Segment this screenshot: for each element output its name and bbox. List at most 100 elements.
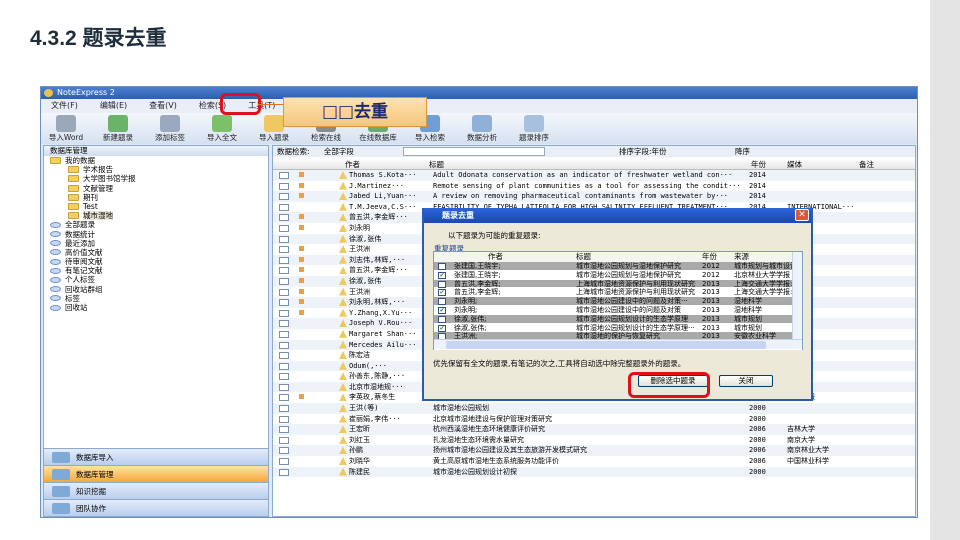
col-source[interactable]: 媒体 [787, 160, 802, 170]
tree-item[interactable]: 我的数据 [44, 156, 268, 165]
toolbar-button[interactable]: 添加标签 [147, 113, 193, 144]
nav-button[interactable]: 数据库导入 [44, 448, 268, 465]
table-row[interactable]: J.Martinez··· Remote sensing of plant com… [273, 181, 915, 192]
table-row[interactable]: 刘红玉 扎龙湿地生态环境需水量研究 2000 南京大学 [273, 435, 915, 446]
row-checkbox[interactable] [438, 263, 446, 270]
tree-item[interactable]: 回收站 [44, 303, 268, 312]
database-icon [50, 231, 61, 238]
tree-item[interactable]: 标签 [44, 294, 268, 303]
duplicate-row[interactable]: 曾五洪,李金辉; 上海城市湿地资源保护与利用现状研究··· 2013 上海交通大学学报… [434, 279, 802, 289]
tree-item[interactable]: 文献管理 [44, 184, 268, 193]
cell-source: 城市规划 [734, 314, 762, 323]
cell-author: 徐淑,张伟; [454, 314, 487, 323]
menu-item[interactable]: 查看(V) [149, 99, 177, 113]
document-icon [279, 436, 289, 444]
sort-order-select[interactable]: 降序 [735, 146, 750, 157]
nav-button[interactable]: 知识挖掘 [44, 482, 268, 499]
duplicate-row[interactable]: ✔ 刘永明; 城市湿地公园建设中的问题及对策 2013 湿地科学 [434, 306, 802, 315]
tree-item-label: 待审阅文献 [65, 257, 103, 267]
cell-title: 扎龙湿地生态环境需水量研究 [433, 435, 524, 444]
document-icon [279, 415, 289, 423]
dcol-author[interactable]: 作者 [488, 252, 503, 262]
tree-item[interactable]: 学术报告 [44, 165, 268, 174]
table-row[interactable]: 孙鹏 扬州城市湿地公园建设及其生态旅游开发模式研究 2006 南京林业大学 [273, 445, 915, 457]
slide-decoration-strip [930, 0, 960, 540]
cell-year: 2014 [749, 192, 766, 201]
table-row[interactable]: 陈建民 城市湿地公园规划设计初探 2000 [273, 466, 915, 478]
search-scope[interactable]: 全部字段 [324, 147, 354, 156]
tree-item[interactable]: 城市湿地 [44, 211, 268, 221]
database-panel: 数据库管理 我的数据 学术报告 大学图书馆学报 文献管理 期刊 Test 城市湿地 全部题录数… [43, 145, 269, 517]
toolbar-icon [160, 115, 180, 132]
col-author[interactable]: 作者 [345, 160, 360, 170]
nav-button[interactable]: 数据库管理 [44, 465, 268, 482]
duplicate-rows: 张建国,王晓宇; 城市湿地公园规划与湿地保护研究 2012 城市规划与城市设计 ✔ 张建国… [434, 262, 802, 350]
cell-year: 2006 [749, 446, 766, 455]
row-checkbox[interactable]: ✔ [438, 289, 446, 297]
flag-icon [299, 394, 304, 400]
table-row[interactable]: 刘晓华 黄土高原城市湿地生态系统服务功能评价 2006 中国林业科学 [273, 456, 915, 467]
cell-source: 中国林业科学 [787, 457, 829, 466]
sort-field[interactable]: 排序字段:年份 [619, 146, 667, 157]
nav-button[interactable]: 团队协作 [44, 499, 268, 516]
cell-author: 孙善东,陈静,··· [349, 372, 406, 381]
tree-item[interactable]: 高价值文献 [44, 248, 268, 257]
toolbar-button[interactable]: 导入Word [43, 113, 89, 144]
database-icon [50, 240, 61, 247]
table-row[interactable]: 王宏昕 杭州西溪湿地生态环境健康评价研究 2006 吉林大学 [273, 424, 915, 435]
tree-item[interactable]: 待审阅文献 [44, 257, 268, 266]
duplicate-row[interactable]: ✔ 张建国,王晓宇; 城市湿地公园规划与湿地保护研究 2012 北京林业大学学报 [434, 271, 802, 280]
vertical-scrollbar[interactable] [792, 252, 802, 340]
dcol-title[interactable]: 标题 [576, 252, 591, 262]
cell-author: 刘永明; [454, 305, 478, 314]
tree-item[interactable]: 回收站群组 [44, 285, 268, 294]
toolbar-button[interactable]: 新建题录 [95, 113, 141, 144]
cell-author: 刘永明 [349, 223, 370, 232]
search-input[interactable] [403, 147, 545, 156]
table-row[interactable]: 王洪(等) 城市湿地公园规划 2000 [273, 403, 915, 414]
horizontal-scrollbar[interactable] [434, 339, 802, 349]
scroll-thumb[interactable] [446, 341, 766, 349]
toolbar-label: 导入题录 [259, 133, 289, 142]
cell-author: 刘永明,林辉,··· [349, 298, 406, 307]
cell-year: 2013 [702, 323, 720, 332]
tree-item-label: 大学图书馆学报 [83, 174, 136, 184]
dcol-year[interactable]: 年份 [702, 252, 717, 262]
duplicate-row[interactable]: 刘永明; 城市湿地公园建设中的问题及对策··· 2013 湿地科学 [434, 297, 802, 306]
tree-item-label: Test [83, 201, 98, 211]
toolbar-button[interactable]: 数据分析 [459, 113, 505, 144]
duplicate-row[interactable]: 徐淑,张伟; 城市湿地公园规划设计的生态学原理 2013 城市规划 [434, 314, 802, 324]
tree-item[interactable]: 最近添加 [44, 239, 268, 248]
dcol-source[interactable]: 来源 [734, 252, 749, 262]
col-year[interactable]: 年份 [751, 160, 766, 170]
menu-item[interactable]: 文件(F) [51, 99, 78, 113]
duplicate-row[interactable]: ✔ 徐淑,张伟; 城市湿地公园规划设计的生态学原理··· 2013 城市规划 [434, 324, 802, 333]
toolbar-button[interactable]: 题录排序 [511, 113, 557, 144]
table-row[interactable]: Jabed Li,Yuan··· A review on removing pha… [273, 191, 915, 202]
col-notes[interactable]: 备注 [859, 160, 874, 170]
toolbar-label: 新建题录 [103, 133, 133, 142]
menu-item[interactable]: 编辑(E) [100, 99, 127, 113]
dialog-close-icon[interactable]: ✕ [795, 209, 809, 221]
duplicate-row[interactable]: 张建国,王晓宇; 城市湿地公园规划与湿地保护研究 2012 城市规划与城市设计 [434, 262, 802, 271]
row-checkbox[interactable] [438, 298, 446, 306]
duplicate-row[interactable]: ✔ 曾五洪,李金辉; 上海城市湿地资源保护与利用现状研究 2013 上海交通大学学报:自… [434, 288, 802, 298]
tree-item[interactable]: 全部题录 [44, 220, 268, 229]
close-button[interactable]: 关闭 [719, 375, 773, 387]
tree-item[interactable]: 数据统计 [44, 230, 268, 239]
table-row[interactable]: 崔丽娟,李伟··· 北京城市湿地建设与保护管理对策研究 2000 [273, 414, 915, 425]
tree-item[interactable]: 期刊 [44, 193, 268, 202]
row-checkbox[interactable] [438, 280, 446, 288]
row-checkbox[interactable] [438, 315, 446, 323]
toolbar-button[interactable]: 导入全文 [199, 113, 245, 144]
tree-item[interactable]: 个人标签 [44, 275, 268, 284]
row-checkbox[interactable]: ✔ [438, 271, 446, 279]
cell-author: 陈宏洁 [349, 351, 370, 360]
col-title[interactable]: 标题 [429, 160, 444, 170]
tree-item[interactable]: 大学图书馆学报 [44, 174, 268, 183]
cell-year: 2014 [749, 181, 766, 190]
tree-item[interactable]: Test [44, 202, 268, 211]
row-checkbox[interactable]: ✔ [438, 324, 446, 332]
table-row[interactable]: Thomas S.Kota··· Adult Odonata conservati… [273, 170, 915, 181]
row-checkbox[interactable]: ✔ [438, 306, 446, 314]
